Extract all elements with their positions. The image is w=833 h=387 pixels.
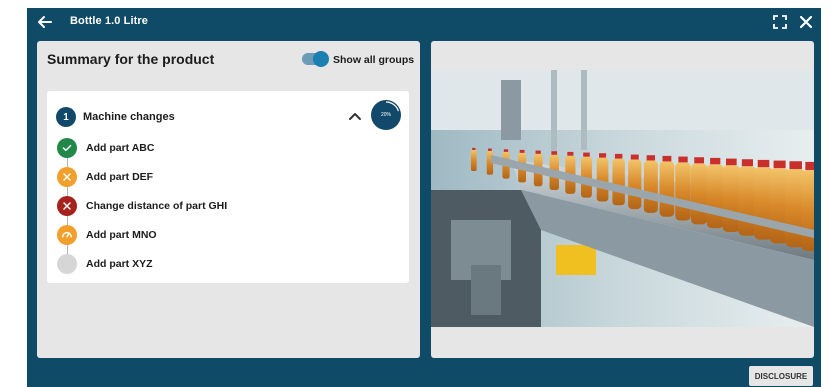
close-icon	[63, 173, 71, 181]
gauge-icon	[62, 231, 72, 238]
image-panel	[431, 41, 814, 358]
step-item[interactable]: Add part ABC	[57, 138, 357, 158]
back-arrow-icon[interactable]	[35, 12, 55, 32]
chevron-up-icon[interactable]	[348, 109, 362, 123]
show-all-groups-label: Show all groups	[333, 54, 415, 66]
step-label: Add part DEF	[86, 171, 154, 183]
step-item[interactable]: Add part DEF	[57, 167, 357, 187]
step-status-error	[57, 196, 77, 216]
step-item[interactable]: Change distance of part GHI	[57, 196, 357, 216]
disclosure-button[interactable]: DISCLOSURE	[749, 366, 813, 386]
window-title: Bottle 1.0 Litre	[70, 15, 149, 27]
step-label: Add part ABC	[86, 142, 155, 154]
close-icon	[63, 202, 71, 210]
group-card: 1 Machine changes 20% Add part ABC Add pa…	[47, 91, 409, 283]
step-item[interactable]: Add part MNO	[57, 225, 357, 245]
step-status-in-progress	[57, 225, 77, 245]
group-number-badge: 1	[56, 107, 76, 127]
summary-title: Summary for the product	[47, 51, 215, 67]
check-icon	[62, 144, 72, 152]
step-label: Add part XYZ	[86, 258, 153, 270]
step-status-pending	[57, 254, 77, 274]
app-window: Bottle 1.0 Litre Summary for the product…	[27, 8, 821, 387]
fullscreen-icon[interactable]	[773, 15, 787, 29]
title-bar: Bottle 1.0 Litre	[27, 8, 821, 36]
group-title: Machine changes	[83, 111, 175, 123]
step-status-warning	[57, 167, 77, 187]
bottling-line-photo	[431, 70, 814, 327]
step-label: Add part MNO	[86, 229, 157, 241]
step-item[interactable]: Add part XYZ	[57, 254, 357, 274]
step-label: Change distance of part GHI	[86, 200, 228, 212]
close-icon[interactable]	[797, 13, 815, 31]
step-status-done	[57, 138, 77, 158]
toggle-knob	[313, 51, 329, 67]
show-all-groups-toggle[interactable]	[302, 51, 329, 67]
summary-panel: Summary for the product Show all groups …	[37, 41, 420, 358]
progress-label: 20%	[380, 112, 391, 118]
